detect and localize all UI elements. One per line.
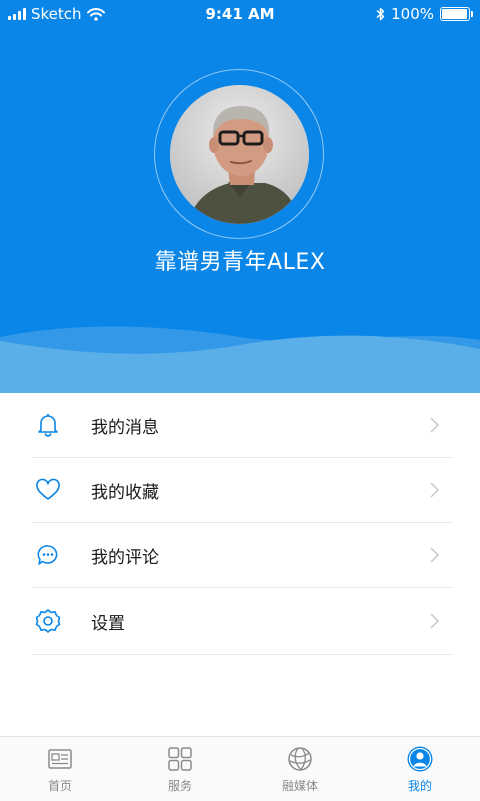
battery-icon [440,7,473,21]
gear-icon [34,607,62,635]
globe-icon [286,745,314,773]
menu-item-favorites[interactable]: 我的收藏 [32,458,453,523]
profile-header: Sketch 9:41 AM 100% 靠谱男青年ALEX [0,0,480,393]
bluetooth-icon [376,7,385,21]
grid-icon [166,745,194,773]
heart-icon [34,476,62,504]
tab-label: 我的 [407,779,432,793]
menu-item-label: 我的收藏 [91,482,159,503]
bottom-tab-bar: 首页 服务 融媒体 我的 [0,736,480,801]
chevron-right-icon [427,416,441,434]
tab-mine[interactable]: 我的 [360,737,480,801]
avatar-image [170,85,309,224]
battery-percent: 100% [391,5,434,23]
tab-home[interactable]: 首页 [0,737,120,801]
header-waves [0,326,480,393]
menu-item-comments[interactable]: 我的评论 [32,523,453,588]
status-bar: Sketch 9:41 AM 100% [0,0,480,30]
tab-media[interactable]: 融媒体 [240,737,360,801]
chevron-right-icon [427,481,441,499]
menu-item-label: 我的消息 [91,417,159,438]
menu-item-settings[interactable]: 设置 [32,588,453,655]
menu-item-label: 设置 [91,613,125,634]
newspaper-icon [46,745,74,773]
bell-icon [34,411,62,439]
comment-icon [34,541,62,569]
username: 靠谱男青年ALEX [154,250,326,275]
tab-label: 首页 [47,779,72,793]
status-right: 100% [376,5,473,23]
tab-label: 融媒体 [281,779,318,793]
chevron-right-icon [427,612,441,630]
avatar[interactable] [170,85,309,224]
chevron-right-icon [427,546,441,564]
menu-item-messages[interactable]: 我的消息 [32,393,453,458]
profile-menu: 我的消息 我的收藏 我的评论 设置 [32,393,453,655]
tab-services[interactable]: 服务 [120,737,240,801]
menu-item-label: 我的评论 [91,547,159,568]
user-icon [406,745,434,773]
tab-label: 服务 [167,779,192,793]
